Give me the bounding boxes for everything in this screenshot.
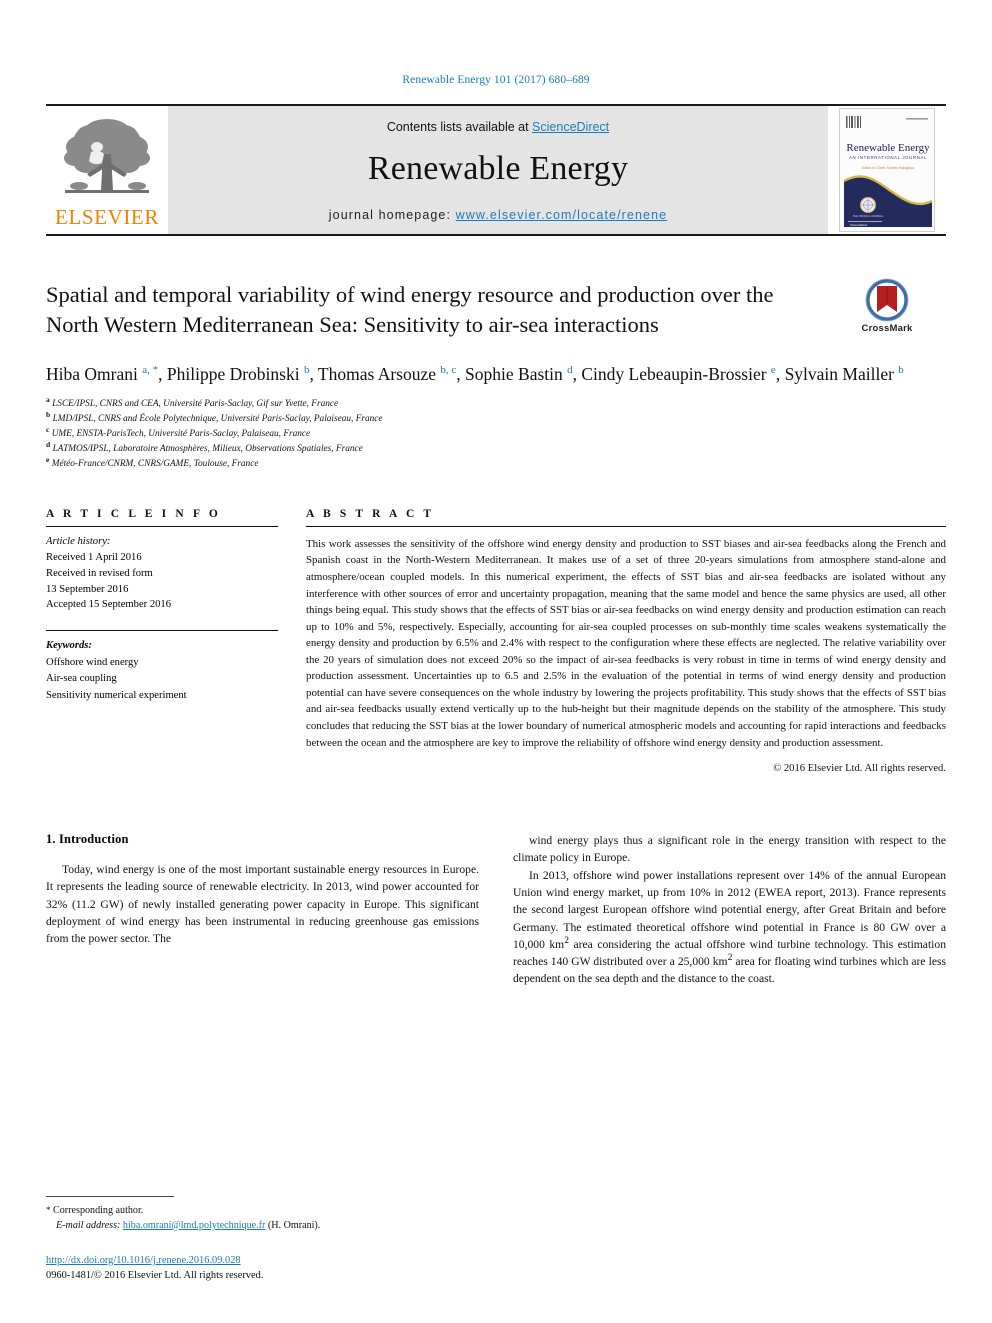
email-link[interactable]: hiba.omrani@lmd.polytechnique.fr [123, 1220, 265, 1231]
journal-cover-container: Renewable Energy AN INTERNATIONAL JOURNA… [828, 106, 946, 234]
divider [46, 630, 278, 632]
affiliation-marker: e [46, 454, 50, 464]
article-history-label: Article history: [46, 535, 111, 547]
article-info-heading: A R T I C L E I N F O [46, 507, 221, 520]
issn-copyright-line: 0960-1481/© 2016 Elsevier Ltd. All right… [46, 1270, 264, 1281]
page-title: Spatial and temporal variability of wind… [46, 282, 774, 337]
journal-masthead: ELSEVIER Contents lists available at Sci… [46, 104, 946, 236]
affiliation-text: LMD/IPSL, CNRS and École Polytechnique, … [52, 413, 383, 424]
email-label: E-mail address: [56, 1219, 121, 1231]
body-paragraph: In 2013, offshore wind power installatio… [513, 868, 946, 986]
abstract-heading: A B S T R A C T [306, 507, 435, 520]
svg-text:THE OFFICIAL JOURNAL: THE OFFICIAL JOURNAL [853, 214, 884, 218]
author-list: Hiba Omrani a, *, Philippe Drobinski b, … [46, 364, 904, 385]
affiliation-list: a LSCE/IPSL, CNRS and CEA, Université Pa… [46, 394, 946, 472]
abstract-text: This work assesses the sensitivity of th… [306, 537, 946, 749]
crossmark-badge[interactable]: CrossMark [832, 278, 942, 334]
elsevier-tree-icon [57, 114, 157, 206]
journal-homepage-link[interactable]: www.elsevier.com/locate/renene [456, 208, 668, 222]
contents-available-line: Contents lists available at ScienceDirec… [387, 120, 609, 134]
body-column-right: wind energy plays thus a significant rol… [513, 832, 946, 987]
email-suffix: (H. Omrani). [267, 1219, 321, 1231]
divider [46, 525, 278, 527]
journal-homepage-line: journal homepage: www.elsevier.com/locat… [329, 208, 667, 222]
history-line: 13 September 2016 [46, 583, 129, 595]
journal-cover-thumbnail: Renewable Energy AN INTERNATIONAL JOURNA… [839, 108, 935, 232]
sciencedirect-link[interactable]: ScienceDirect [532, 120, 609, 134]
title-block: Spatial and temporal variability of wind… [46, 278, 946, 339]
history-line: Received in revised form [46, 567, 153, 579]
affiliation-text: LATMOS/IPSL, Laboratoire Atmosphères, Mi… [52, 443, 363, 454]
corresponding-author-note: * Corresponding author. [46, 1203, 466, 1218]
body-columns: 1. Introduction Today, wind energy is on… [46, 832, 946, 987]
publisher-logo: ELSEVIER [46, 106, 168, 234]
journal-title: Renewable Energy [367, 150, 629, 187]
keywords-block: Keywords: Offshore wind energy Air-sea c… [46, 638, 278, 704]
email-note: E-mail address: hiba.omrani@lmd.polytech… [46, 1218, 466, 1233]
affiliation-text: UME, ENSTA-ParisTech, Université Paris-S… [51, 428, 311, 439]
affiliation-marker: c [46, 424, 50, 434]
running-head: Renewable Energy 101 (2017) 680–689 [402, 74, 590, 86]
article-history: Article history: Received 1 April 2016 R… [46, 534, 278, 613]
elsevier-wordmark: ELSEVIER [55, 205, 159, 229]
corresponding-author-marker: * [46, 1204, 51, 1215]
article-info-column: A R T I C L E I N F O Article history: R… [46, 508, 278, 774]
history-line: Received 1 April 2016 [46, 551, 142, 563]
affiliation-item: b LMD/IPSL, CNRS and École Polytechnique… [46, 409, 946, 427]
svg-text:Editor-in-Chief: Soteris Kalog: Editor-in-Chief: Soteris Kalogirou [862, 166, 914, 170]
keywords-label: Keywords: [46, 640, 92, 652]
crossmark-badge-icon [865, 278, 909, 322]
affiliation-text: Météo-France/CNRM, CNRS/GAME, Toulouse, … [51, 458, 259, 469]
crossmark-label: CrossMark [861, 323, 913, 334]
footnote-block: * Corresponding author. E-mail address: … [46, 1195, 466, 1281]
abstract-column: A B S T R A C T This work assesses the s… [306, 508, 946, 774]
body-paragraph: Today, wind energy is one of the most im… [46, 863, 479, 946]
doi-block: http://dx.doi.org/10.1016/j.renene.2016.… [46, 1250, 466, 1281]
divider [306, 525, 946, 527]
keyword-item: Sensitivity numerical experiment [46, 689, 187, 701]
svg-text:ScienceDirect: ScienceDirect [850, 223, 867, 227]
affiliation-item: c UME, ENSTA-ParisTech, Université Paris… [46, 424, 946, 442]
info-abstract-row: A R T I C L E I N F O Article history: R… [46, 508, 946, 774]
corresponding-author-text: Corresponding author. [53, 1204, 144, 1216]
affiliation-item: a LSCE/IPSL, CNRS and CEA, Université Pa… [46, 394, 946, 412]
affiliation-item: e Météo-France/CNRM, CNRS/GAME, Toulouse… [46, 454, 946, 472]
svg-text:Renewable Energy: Renewable Energy [846, 142, 930, 154]
footnote-divider [46, 1195, 174, 1197]
affiliation-text: LSCE/IPSL, CNRS and CEA, Université Pari… [52, 398, 339, 409]
body-column-left: 1. Introduction Today, wind energy is on… [46, 832, 479, 987]
body-paragraph: wind energy plays thus a significant rol… [513, 834, 946, 865]
paper-page: Renewable Energy 101 (2017) 680–689 ELSE… [0, 0, 992, 1323]
doi-link[interactable]: http://dx.doi.org/10.1016/j.renene.2016.… [46, 1255, 241, 1266]
abstract-copyright: © 2016 Elsevier Ltd. All rights reserved… [773, 763, 946, 775]
keyword-item: Offshore wind energy [46, 656, 139, 668]
masthead-center: Contents lists available at ScienceDirec… [168, 106, 828, 234]
affiliation-marker: d [46, 439, 51, 449]
keyword-item: Air-sea coupling [46, 673, 117, 685]
affiliation-marker: b [46, 409, 51, 419]
contents-prefix: Contents lists available at [386, 120, 533, 134]
homepage-prefix: journal homepage: [328, 208, 456, 222]
history-line: Accepted 15 September 2016 [46, 599, 172, 611]
affiliation-item: d LATMOS/IPSL, Laboratoire Atmosphères, … [46, 439, 946, 457]
svg-text:AN INTERNATIONAL JOURNAL: AN INTERNATIONAL JOURNAL [849, 155, 927, 160]
section-heading-introduction: 1. Introduction [46, 832, 129, 847]
affiliation-marker: a [46, 394, 50, 404]
